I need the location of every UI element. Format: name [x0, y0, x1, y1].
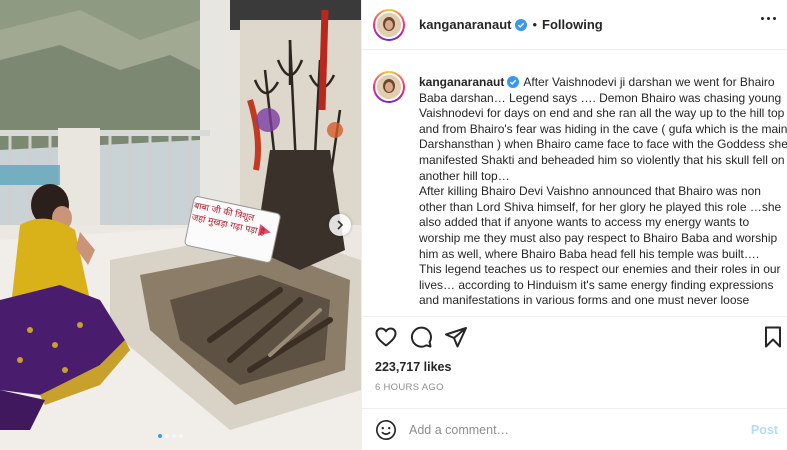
avatar[interactable] [373, 8, 405, 41]
more-options-icon[interactable] [761, 17, 776, 20]
avatar-image [375, 10, 403, 39]
header-username[interactable]: kanganaranaut [419, 17, 511, 32]
carousel-dot [179, 434, 183, 438]
post-panel: kanganaranaut • Following kanganaranaut A… [361, 0, 787, 450]
carousel-dot [158, 434, 162, 438]
caption-area: kanganaranaut After Vaishnodevi ji darsha… [362, 64, 787, 316]
post-header: kanganaranaut • Following [362, 0, 787, 50]
following-button[interactable]: Following [542, 17, 603, 32]
comment-bar: Post [362, 408, 787, 450]
caption-username[interactable]: kanganaranaut [419, 75, 504, 89]
header-separator: • [532, 17, 538, 32]
smiley-icon[interactable] [375, 419, 397, 441]
verified-badge-icon [507, 76, 520, 88]
post-comment-button[interactable]: Post [751, 423, 778, 437]
carousel-dot [165, 434, 169, 438]
carousel-next-button[interactable] [329, 214, 351, 236]
likes-count[interactable]: 223,717 likes [375, 360, 451, 374]
chevron-right-icon [337, 220, 344, 230]
caption-avatar[interactable] [373, 71, 405, 103]
caption: kanganaranaut After Vaishnodevi ji darsha… [419, 75, 787, 309]
caption-text-2: After killing Bhairo Devi Vaishno announ… [419, 184, 782, 261]
caption-text: After Vaishnodevi ji darshan we went for… [419, 75, 787, 183]
heart-icon[interactable] [374, 325, 398, 349]
comment-icon[interactable] [409, 325, 433, 349]
bookmark-icon[interactable] [761, 325, 785, 349]
post-timestamp[interactable]: 6 HOURS AGO [375, 382, 444, 393]
post-photo[interactable]: बाबा जी की त्रिशूल जहां मुखड़ा गढ़ा पड़ा… [0, 0, 361, 450]
action-bar [362, 316, 787, 356]
photo-scene [0, 0, 361, 450]
carousel-dot [172, 434, 176, 438]
caption-text-3: This legend teaches us to respect our en… [419, 262, 781, 308]
verified-badge-icon [515, 18, 528, 31]
carousel-dots [158, 434, 183, 438]
paper-plane-icon[interactable] [444, 325, 468, 349]
comment-input[interactable] [409, 422, 751, 437]
avatar-image [375, 73, 403, 101]
